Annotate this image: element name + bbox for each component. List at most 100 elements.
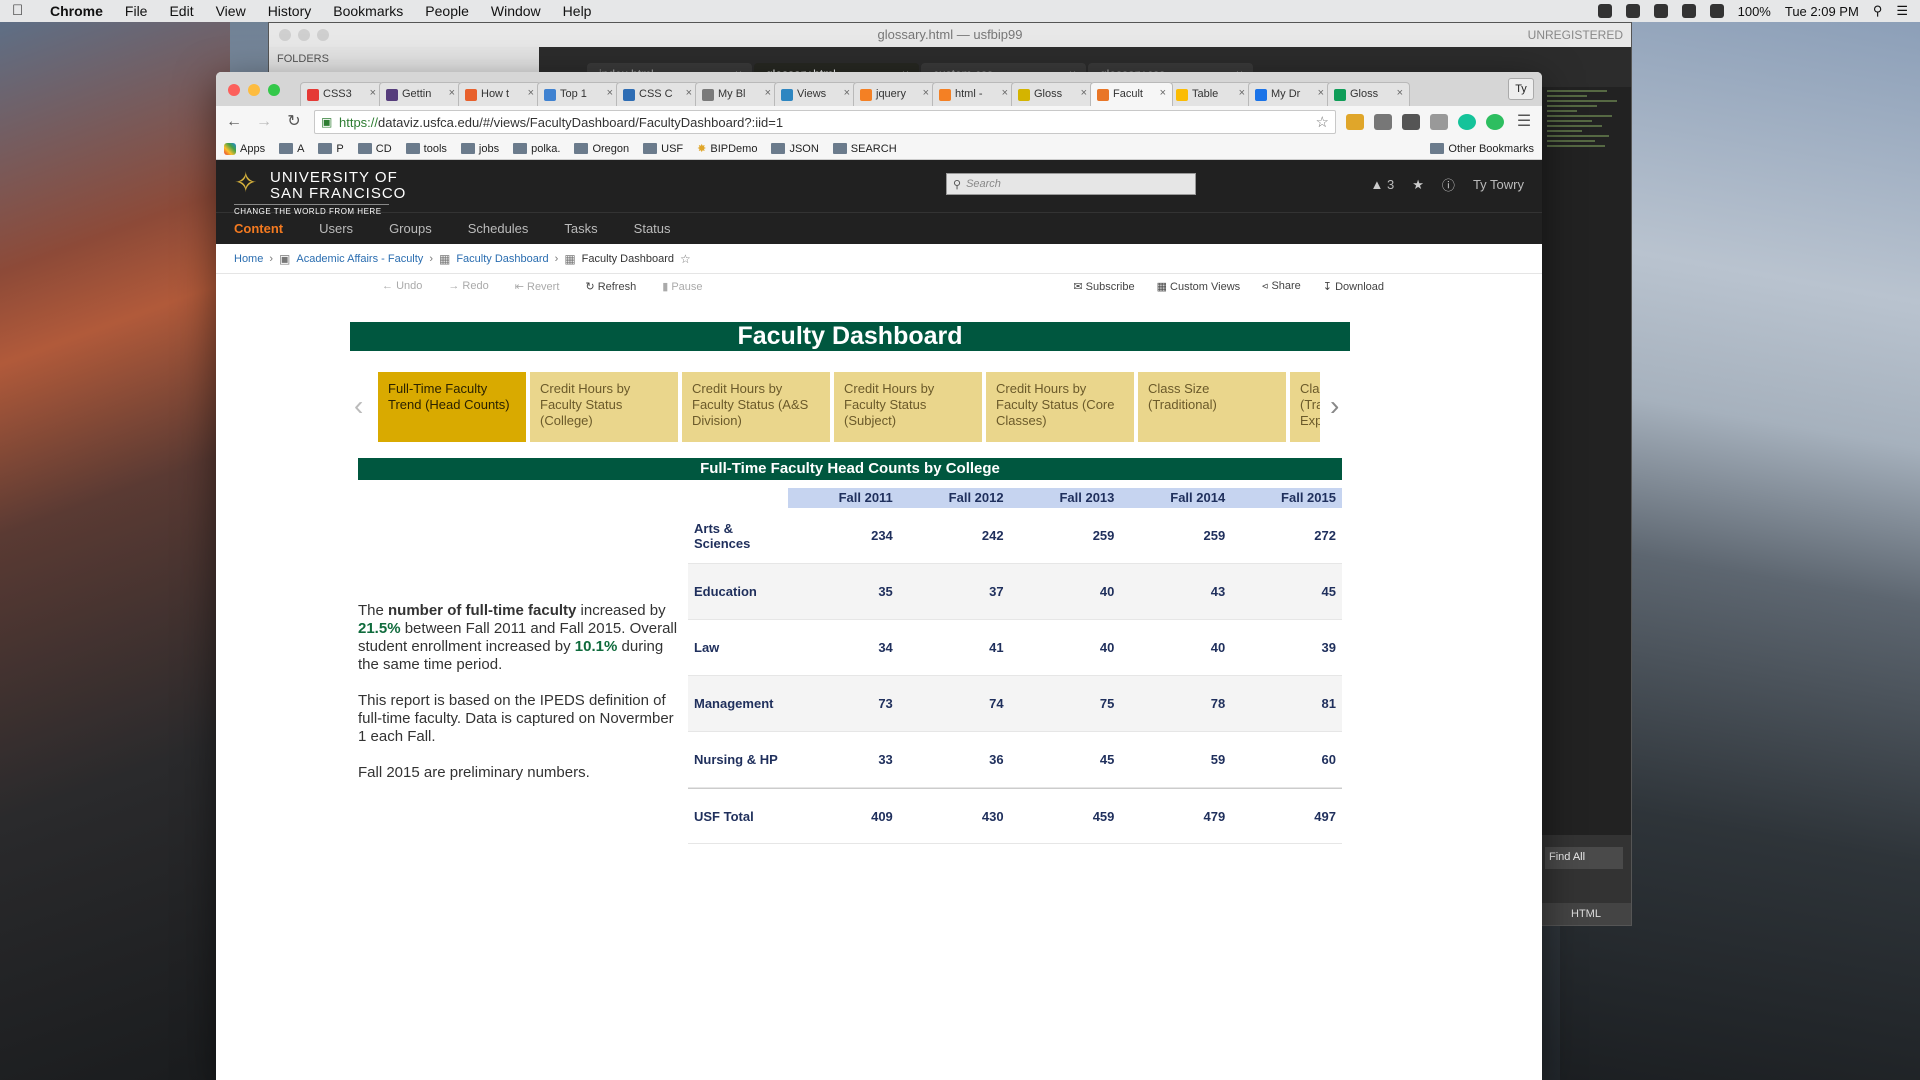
nav-tasks[interactable]: Tasks: [564, 221, 597, 236]
browser-tab[interactable]: How t ×: [458, 82, 541, 106]
bookmark-folder[interactable]: JSON: [771, 143, 819, 155]
volume-icon[interactable]: [1709, 4, 1724, 18]
redo-button[interactable]: → Redo: [448, 280, 488, 292]
menu-bookmarks[interactable]: Bookmarks: [333, 3, 403, 19]
bookmark-star-icon[interactable]: ☆: [1316, 113, 1329, 131]
info-icon[interactable]: ⓘ: [1442, 175, 1455, 194]
tray-app-icon[interactable]: [1597, 4, 1612, 18]
close-tab-icon[interactable]: ×: [370, 87, 376, 99]
browser-tab[interactable]: Gloss ×: [1011, 82, 1094, 106]
table-row[interactable]: Arts & Sciences 234 242 259 259 272: [688, 508, 1342, 564]
reload-icon[interactable]: ↻: [284, 112, 304, 132]
sheet-tab[interactable]: Class Size (Traditional): [1138, 372, 1288, 442]
subscribe-button[interactable]: ✉ Subscribe: [1073, 280, 1134, 293]
spotlight-icon[interactable]: ⚲: [1873, 3, 1883, 19]
other-bookmarks[interactable]: Other Bookmarks: [1430, 143, 1534, 155]
revert-button[interactable]: ⇤ Revert: [515, 280, 560, 293]
table-row[interactable]: Law 34 41 40 40 39: [688, 620, 1342, 676]
close-tab-icon[interactable]: ×: [1081, 87, 1087, 99]
alerts-button[interactable]: ▲ 3: [1371, 177, 1395, 192]
sublime-minimap[interactable]: [1541, 87, 1631, 847]
table-row[interactable]: Management 73 74 75 78 81: [688, 676, 1342, 732]
profile-button[interactable]: Ty: [1508, 78, 1534, 100]
browser-tab[interactable]: Top 1 ×: [537, 82, 620, 106]
browser-tab[interactable]: CSS3 ×: [300, 82, 383, 106]
cast-icon[interactable]: [1374, 114, 1392, 130]
search-input[interactable]: ⚲ Search: [946, 173, 1196, 195]
extension-icon[interactable]: [1346, 114, 1364, 130]
close-window-icon[interactable]: [228, 84, 240, 96]
menu-view[interactable]: View: [216, 3, 246, 19]
close-window-icon[interactable]: [279, 29, 291, 41]
user-menu[interactable]: Ty Towry: [1473, 177, 1524, 192]
table-row[interactable]: USF Total 409 430 459 479 497: [688, 788, 1342, 844]
menu-help[interactable]: Help: [563, 3, 592, 19]
bookmark-folder[interactable]: polka.: [513, 143, 560, 155]
sheet-tab[interactable]: Cla (Tra Exp: [1290, 372, 1322, 442]
tray-app-icon[interactable]: [1625, 4, 1640, 18]
menu-chrome[interactable]: Chrome: [50, 3, 103, 19]
menubar-clock[interactable]: Tue 2:09 PM: [1785, 4, 1859, 19]
bookmark-folder[interactable]: USF: [643, 143, 683, 155]
table-row[interactable]: Education 35 37 40 43 45: [688, 564, 1342, 620]
bookmark-apps[interactable]: Apps: [224, 142, 265, 155]
browser-tab[interactable]: Views ×: [774, 82, 857, 106]
sheet-tab[interactable]: Credit Hours by Faculty Status (A&S Divi…: [682, 372, 832, 442]
bookmark-folder[interactable]: Oregon: [574, 143, 629, 155]
close-tab-icon[interactable]: ×: [1239, 87, 1245, 99]
close-tab-icon[interactable]: ×: [686, 87, 692, 99]
favorite-star-icon[interactable]: ☆: [680, 252, 691, 266]
lock-icon[interactable]: ▣: [321, 116, 333, 128]
tray-app-icon[interactable]: [1653, 4, 1668, 18]
zoom-window-icon[interactable]: [268, 84, 280, 96]
bookmark-folder[interactable]: CD: [357, 143, 392, 155]
breadcrumb-project[interactable]: Academic Affairs - Faculty: [296, 253, 423, 265]
browser-tab[interactable]: html - ×: [932, 82, 1015, 106]
extension-icon[interactable]: [1430, 114, 1448, 130]
close-tab-icon[interactable]: ×: [844, 87, 850, 99]
browser-tab[interactable]: Gettin ×: [379, 82, 462, 106]
download-button[interactable]: ↧ Download: [1323, 280, 1384, 293]
wifi-icon[interactable]: [1681, 4, 1696, 18]
close-tab-icon[interactable]: ×: [765, 87, 771, 99]
sheet-tab[interactable]: Credit Hours by Faculty Status (Subject): [834, 372, 984, 442]
breadcrumb-home[interactable]: Home: [234, 253, 263, 265]
forward-icon[interactable]: →: [254, 112, 274, 132]
close-tab-icon[interactable]: ×: [1002, 87, 1008, 99]
zoom-window-icon[interactable]: [317, 29, 329, 41]
notification-center-icon[interactable]: ☰: [1896, 3, 1908, 19]
chrome-menu-icon[interactable]: ☰: [1514, 112, 1534, 132]
minimize-window-icon[interactable]: [298, 29, 310, 41]
browser-tab[interactable]: jquery ×: [853, 82, 936, 106]
bookmark-folder[interactable]: SEARCH: [832, 143, 897, 155]
bookmark-bipdemo[interactable]: ✸ BIPDemo: [697, 142, 757, 156]
extension-icon[interactable]: [1402, 114, 1420, 130]
nav-status[interactable]: Status: [634, 221, 671, 236]
minimize-window-icon[interactable]: [248, 84, 260, 96]
syntax-label[interactable]: HTML: [1541, 903, 1631, 925]
undo-button[interactable]: ← Undo: [382, 280, 422, 292]
address-bar[interactable]: ▣ https:// dataviz.usfca.edu/#/views/Fac…: [314, 110, 1336, 134]
tabs-next-icon[interactable]: ›: [1330, 390, 1339, 422]
close-tab-icon[interactable]: ×: [923, 87, 929, 99]
bookmark-folder[interactable]: jobs: [460, 143, 499, 155]
browser-tab[interactable]: My Bl ×: [695, 82, 778, 106]
browser-tab[interactable]: My Dr ×: [1248, 82, 1331, 106]
refresh-button[interactable]: ↻ Refresh: [585, 280, 636, 293]
nav-users[interactable]: Users: [319, 221, 353, 236]
tabs-prev-icon[interactable]: ‹: [354, 390, 363, 422]
browser-tab[interactable]: Gloss ×: [1327, 82, 1410, 106]
breadcrumb-workbook[interactable]: Faculty Dashboard: [456, 253, 548, 265]
custom-views-button[interactable]: ▦ Custom Views: [1157, 280, 1241, 293]
grammarly-icon[interactable]: [1458, 114, 1476, 130]
browser-tab[interactable]: Table ×: [1169, 82, 1252, 106]
battery-percent[interactable]: 100%: [1738, 4, 1771, 19]
bookmark-folder[interactable]: P: [318, 143, 344, 155]
nav-content[interactable]: Content: [234, 221, 283, 236]
share-button[interactable]: ⪦ Share: [1262, 280, 1301, 293]
bookmark-folder[interactable]: A: [279, 143, 304, 155]
browser-tab[interactable]: Facult ×: [1090, 82, 1173, 106]
menu-history[interactable]: History: [268, 3, 312, 19]
table-row[interactable]: Nursing & HP 33 36 45 59 60: [688, 732, 1342, 788]
evernote-icon[interactable]: [1486, 114, 1504, 130]
